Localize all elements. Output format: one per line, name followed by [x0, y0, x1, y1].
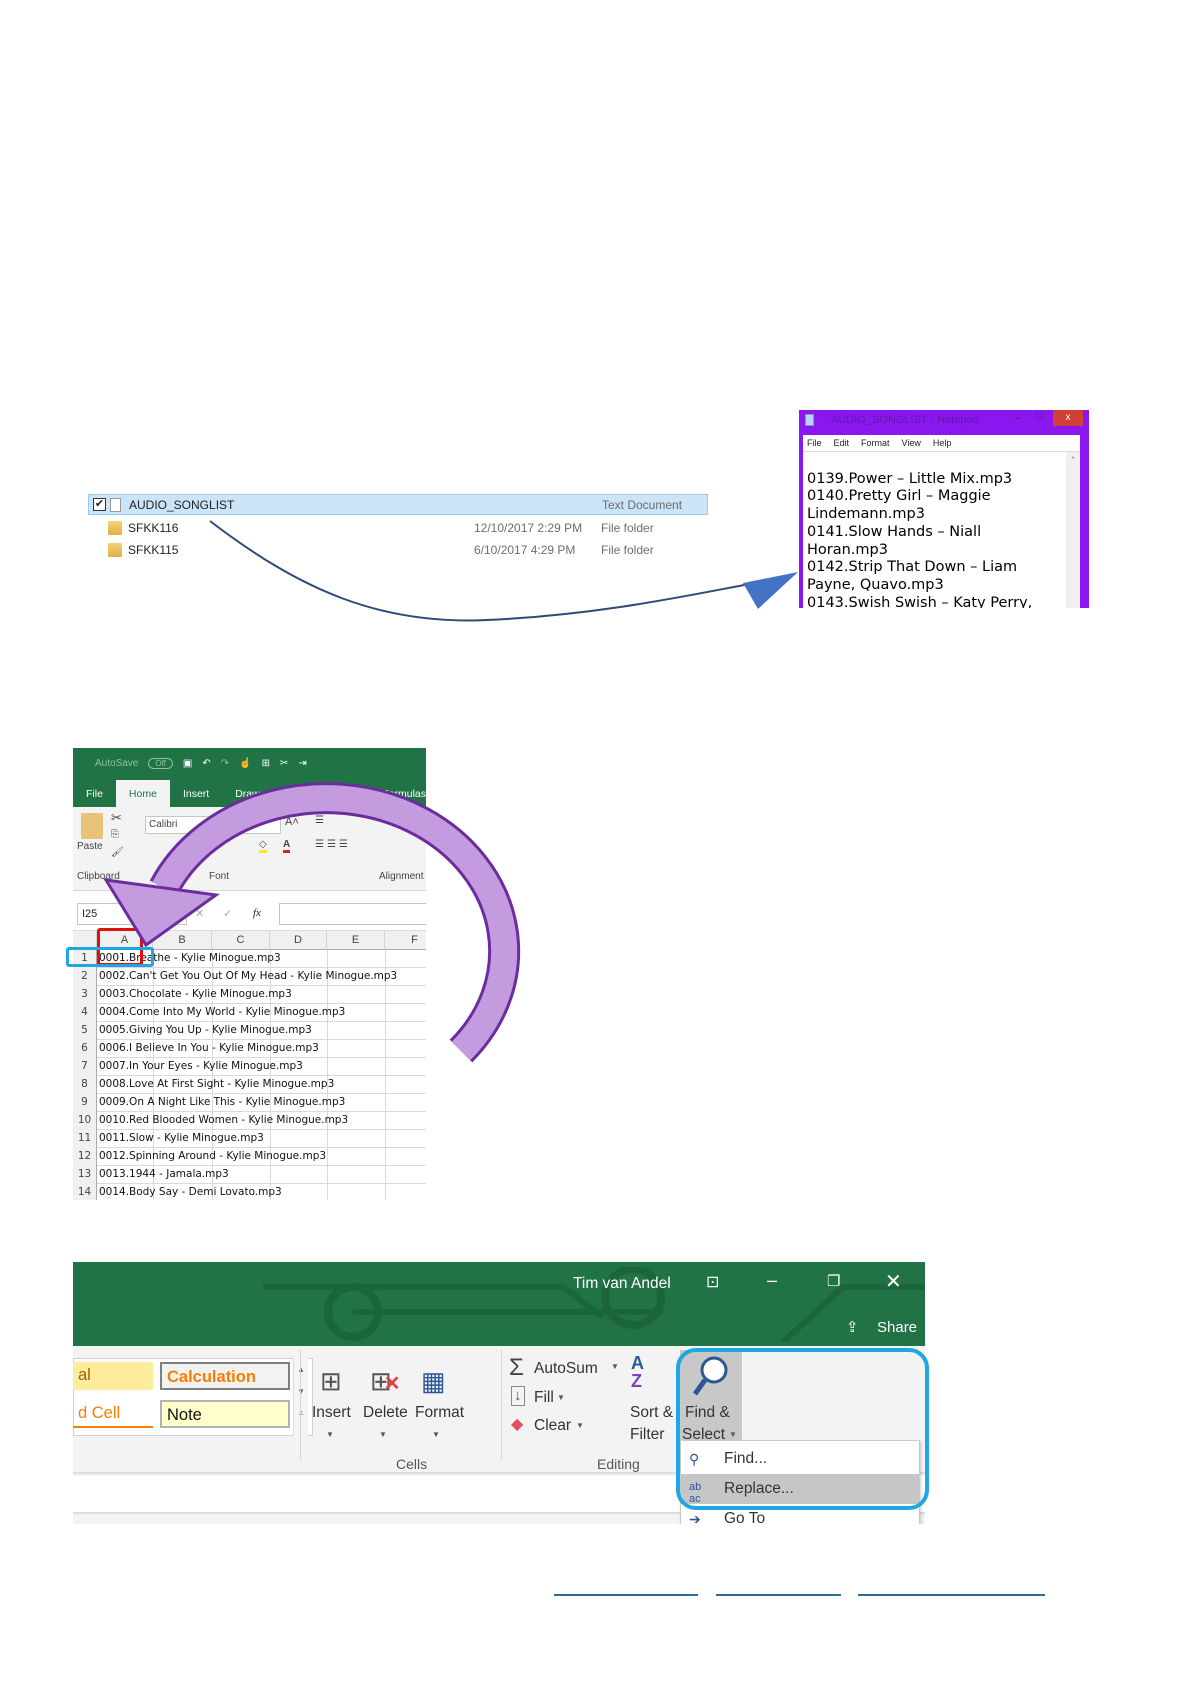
- style-calculation[interactable]: Calculation: [160, 1362, 290, 1390]
- window-title: AUDIO_SONGLIST - Notepad: [831, 414, 979, 426]
- cell-a[interactable]: 0014.Body Say - Demi Lovato.mp3: [99, 1184, 282, 1200]
- excel-titlebar: Tim van Andel ⊡ – ❐ ✕ ⇪ Share: [73, 1262, 925, 1346]
- table-row: 12 0012.Spinning Around - Kylie Minogue.…: [73, 1148, 426, 1166]
- fill-icon[interactable]: ↓: [511, 1386, 525, 1406]
- arrow-head: [743, 572, 798, 609]
- ribbon-display-options-icon[interactable]: ⊡: [706, 1272, 719, 1292]
- fill-button[interactable]: Fill: [534, 1389, 554, 1407]
- minimize-button[interactable]: –: [1015, 412, 1021, 424]
- format-button[interactable]: Format: [415, 1404, 464, 1422]
- arrow-arc: [152, 785, 518, 1061]
- menu-item-goto-label: Go To: [724, 1510, 766, 1524]
- chevron-down-icon: ▼: [379, 1430, 387, 1439]
- menu-view[interactable]: View: [902, 438, 921, 448]
- find-replace-highlight: [676, 1348, 929, 1510]
- delete-button[interactable]: Delete: [363, 1404, 408, 1422]
- notepad-text-area[interactable]: 0139.Power – Little Mix.mp3 0140.Pretty …: [803, 452, 1080, 608]
- close-button[interactable]: ✕: [885, 1269, 902, 1294]
- style-linked-cell[interactable]: d Cell: [73, 1400, 153, 1428]
- link-underline[interactable]: [554, 1594, 698, 1596]
- table-row: 13 0013.1944 - Jamala.mp3: [73, 1166, 426, 1184]
- group-cells: Cells: [396, 1456, 428, 1472]
- menu-format[interactable]: Format: [861, 438, 890, 448]
- menu-edit[interactable]: Edit: [834, 438, 850, 448]
- style-note[interactable]: Note: [160, 1400, 290, 1428]
- sort-filter-button-line1[interactable]: Sort &: [630, 1404, 673, 1422]
- maximize-button[interactable]: □: [1036, 410, 1043, 422]
- user-name[interactable]: Tim van Andel: [573, 1275, 671, 1293]
- menu-file[interactable]: File: [807, 438, 822, 448]
- row-number[interactable]: 14: [73, 1184, 97, 1200]
- autosum-button[interactable]: AutoSum: [534, 1360, 598, 1378]
- close-button[interactable]: x: [1053, 410, 1083, 426]
- cell-a[interactable]: 0012.Spinning Around - Kylie Minogue.mp3: [99, 1148, 326, 1165]
- link-underline[interactable]: [716, 1594, 841, 1596]
- menu-help[interactable]: Help: [933, 438, 952, 448]
- group-editing: Editing: [597, 1456, 640, 1472]
- arrow-head: [103, 878, 220, 948]
- chevron-down-icon: ▼: [557, 1393, 565, 1402]
- share-icon[interactable]: ⇪: [846, 1318, 859, 1336]
- chevron-down-icon: ▼: [432, 1430, 440, 1439]
- notepad-titlebar: AUDIO_SONGLIST - Notepad – □ x: [799, 410, 1089, 430]
- scroll-up-icon[interactable]: ˄: [1071, 456, 1075, 465]
- row-number[interactable]: 13: [73, 1166, 97, 1184]
- minimize-button[interactable]: –: [767, 1270, 777, 1291]
- chevron-down-icon: ▼: [326, 1430, 334, 1439]
- row-number[interactable]: 12: [73, 1148, 97, 1166]
- notepad-menubar: File Edit Format View Help: [803, 435, 1080, 452]
- share-button[interactable]: Share: [877, 1319, 917, 1336]
- restore-button[interactable]: ❐: [827, 1272, 840, 1290]
- chevron-down-icon: ▼: [611, 1362, 619, 1371]
- delete-cells-icon[interactable]: ⊞✕: [370, 1366, 401, 1397]
- insert-cells-icon[interactable]: ⊞: [320, 1366, 342, 1397]
- notepad-icon: [805, 414, 814, 426]
- scrollbar[interactable]: ˄: [1066, 452, 1080, 608]
- divider: [501, 1350, 502, 1460]
- divider: [300, 1350, 301, 1460]
- insert-button[interactable]: Insert: [312, 1404, 351, 1422]
- table-row: 14 0014.Body Say - Demi Lovato.mp3: [73, 1184, 426, 1200]
- notepad-window: AUDIO_SONGLIST - Notepad – □ x File Edit…: [799, 410, 1089, 608]
- sort-filter-icon[interactable]: AZ: [631, 1354, 644, 1390]
- link-underline[interactable]: [858, 1594, 1045, 1596]
- notepad-content: 0139.Power – Little Mix.mp3 0140.Pretty …: [807, 470, 1033, 608]
- format-cells-icon[interactable]: ▦: [421, 1366, 446, 1397]
- arrow-curve: [209, 520, 761, 622]
- autosum-icon[interactable]: Σ: [509, 1354, 524, 1382]
- cell-a[interactable]: 0013.1944 - Jamala.mp3: [99, 1166, 229, 1183]
- style-neutral[interactable]: al: [73, 1362, 153, 1390]
- sort-filter-button-line2[interactable]: Filter: [630, 1426, 664, 1444]
- circular-arrow-annotation: [103, 782, 521, 1063]
- eraser-icon[interactable]: ◆: [511, 1414, 523, 1434]
- chevron-down-icon: ▼: [576, 1421, 584, 1430]
- clear-button[interactable]: Clear: [534, 1417, 571, 1435]
